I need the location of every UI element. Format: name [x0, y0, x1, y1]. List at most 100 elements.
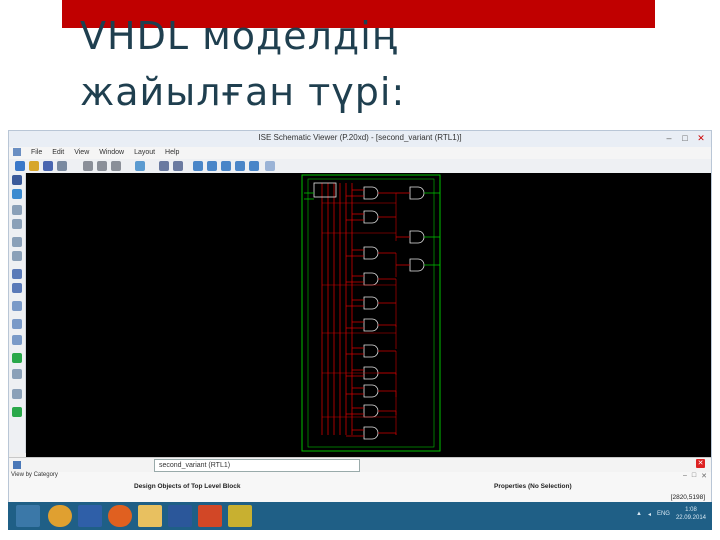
maximize-icon[interactable]: □: [679, 132, 691, 144]
app-menu-icon[interactable]: [13, 148, 21, 157]
print-icon[interactable]: [57, 161, 67, 171]
bottom-panels: View by Category – □ ✕ Design Objects of…: [9, 472, 711, 502]
check-icon[interactable]: [12, 407, 22, 417]
schematic-inner-boundary: [307, 178, 435, 448]
expand-icon[interactable]: [221, 161, 231, 171]
tray-clock[interactable]: 1:08 22.09.2014: [676, 506, 706, 522]
app-icon[interactable]: [228, 505, 252, 527]
menu-view[interactable]: View: [74, 147, 89, 159]
logic-gate-4: [363, 296, 379, 310]
panel-icon[interactable]: [13, 461, 21, 469]
menu-file[interactable]: File: [31, 147, 42, 159]
pan-icon[interactable]: [12, 189, 22, 199]
refresh-icon[interactable]: [12, 251, 22, 261]
pane-minimize-icon[interactable]: –: [683, 472, 687, 480]
pane-controls: – □ ✕: [683, 472, 707, 480]
system-tray: ▲ ◂ ENG 1:08 22.09.2014: [636, 506, 706, 522]
menu-window[interactable]: Window: [99, 147, 124, 159]
slide-title-line2: жайылған түрі:: [80, 70, 406, 114]
tray-lang[interactable]: ENG: [657, 511, 670, 517]
powerpoint-icon[interactable]: [198, 505, 222, 527]
document-tabbar: second_variant (RTL1) ✕: [9, 457, 711, 473]
logic-gate-0: [363, 186, 379, 200]
zoom-icon[interactable]: [159, 161, 169, 171]
undo-icon[interactable]: [135, 161, 145, 171]
input-block: [313, 182, 337, 198]
menu-layout[interactable]: Layout: [134, 147, 155, 159]
grid-icon[interactable]: [12, 301, 22, 311]
tab-second-variant[interactable]: second_variant (RTL1): [154, 459, 360, 472]
output-gate-1: [409, 230, 425, 244]
output-gate-2: [409, 258, 425, 272]
window-controls: – □ ✕: [663, 132, 707, 144]
logic-gate-8: [363, 384, 379, 398]
view-icon[interactable]: [12, 269, 22, 279]
view-by-label[interactable]: View by Category: [9, 472, 58, 478]
copy-icon[interactable]: [97, 161, 107, 171]
schematic-boundary: [301, 174, 441, 452]
logic-gate-10: [363, 426, 379, 440]
menubar: File Edit View Window Layout Help: [9, 147, 711, 159]
logic-gate-2: [363, 246, 379, 260]
files-icon[interactable]: [138, 505, 162, 527]
tab-close-icon[interactable]: ✕: [696, 459, 705, 468]
window-title: ISE Schematic Viewer (P.20xd) - [second_…: [258, 133, 462, 142]
paste-icon[interactable]: [111, 161, 121, 171]
close-icon[interactable]: ✕: [695, 132, 707, 144]
run-icon[interactable]: [12, 353, 22, 363]
new-icon[interactable]: [15, 161, 25, 171]
zoom-area-icon[interactable]: [12, 237, 22, 247]
back-icon[interactable]: [12, 283, 22, 293]
filter-icon[interactable]: [12, 319, 22, 329]
clock-time: 1:08: [685, 507, 697, 513]
properties-title: Properties (No Selection): [494, 483, 572, 490]
logic-gate-9: [363, 404, 379, 418]
firefox-icon[interactable]: [108, 505, 132, 527]
vertical-toolbar: [9, 173, 26, 453]
slide-title-line1: VHDL моделдің: [80, 14, 398, 58]
coordinate-readout: [2820,5198]: [670, 494, 705, 501]
save-icon[interactable]: [43, 161, 53, 171]
open-icon[interactable]: [29, 161, 39, 171]
schematic-canvas[interactable]: [26, 173, 711, 457]
output-gate-0: [409, 186, 425, 200]
logic-gate-1: [363, 210, 379, 224]
route-icon[interactable]: [207, 161, 217, 171]
tab-label: second_variant (RTL1): [159, 462, 231, 469]
design-objects-title: Design Objects of Top Level Block: [134, 483, 241, 490]
clock-date: 22.09.2014: [675, 515, 706, 521]
logic-gate-6: [363, 344, 379, 358]
zoom-fit-icon[interactable]: [173, 161, 183, 171]
window-titlebar: ISE Schematic Viewer (P.20xd) - [second_…: [9, 131, 711, 148]
minimize-icon[interactable]: –: [663, 132, 675, 144]
pane-close-icon[interactable]: ✕: [701, 472, 707, 480]
collapse-icon[interactable]: [235, 161, 245, 171]
menu-help[interactable]: Help: [165, 147, 179, 159]
network-icon[interactable]: ▲: [636, 511, 642, 517]
settings-icon[interactable]: [12, 369, 22, 379]
zoom-out-icon[interactable]: [12, 219, 22, 229]
logic-gate-3: [363, 272, 379, 286]
select-icon[interactable]: [193, 161, 203, 171]
toolbar: [9, 159, 711, 174]
cut-icon[interactable]: [83, 161, 93, 171]
menu-edit[interactable]: Edit: [52, 147, 64, 159]
find-icon[interactable]: [12, 335, 22, 345]
pane-restore-icon[interactable]: □: [692, 472, 696, 480]
pointer-icon[interactable]: [12, 175, 22, 185]
save-disk-icon[interactable]: [78, 505, 102, 527]
zoom-in-icon[interactable]: [12, 205, 22, 215]
window-icon[interactable]: [265, 161, 275, 171]
windows-taskbar: ▲ ◂ ENG 1:08 22.09.2014: [8, 502, 712, 530]
trace-icon[interactable]: [249, 161, 259, 171]
word-icon[interactable]: [168, 505, 192, 527]
ise-window: ISE Schematic Viewer (P.20xd) - [second_…: [8, 130, 712, 530]
slide-title: VHDL моделдің жайылған түрі:: [80, 8, 680, 120]
explorer-icon[interactable]: [48, 505, 72, 527]
start-icon[interactable]: [16, 505, 40, 527]
schematic-diagram: [301, 174, 441, 452]
schematic-group: [301, 174, 441, 452]
layers-icon[interactable]: [12, 389, 22, 399]
volume-icon[interactable]: ◂: [648, 511, 651, 518]
logic-gate-5: [363, 318, 379, 332]
